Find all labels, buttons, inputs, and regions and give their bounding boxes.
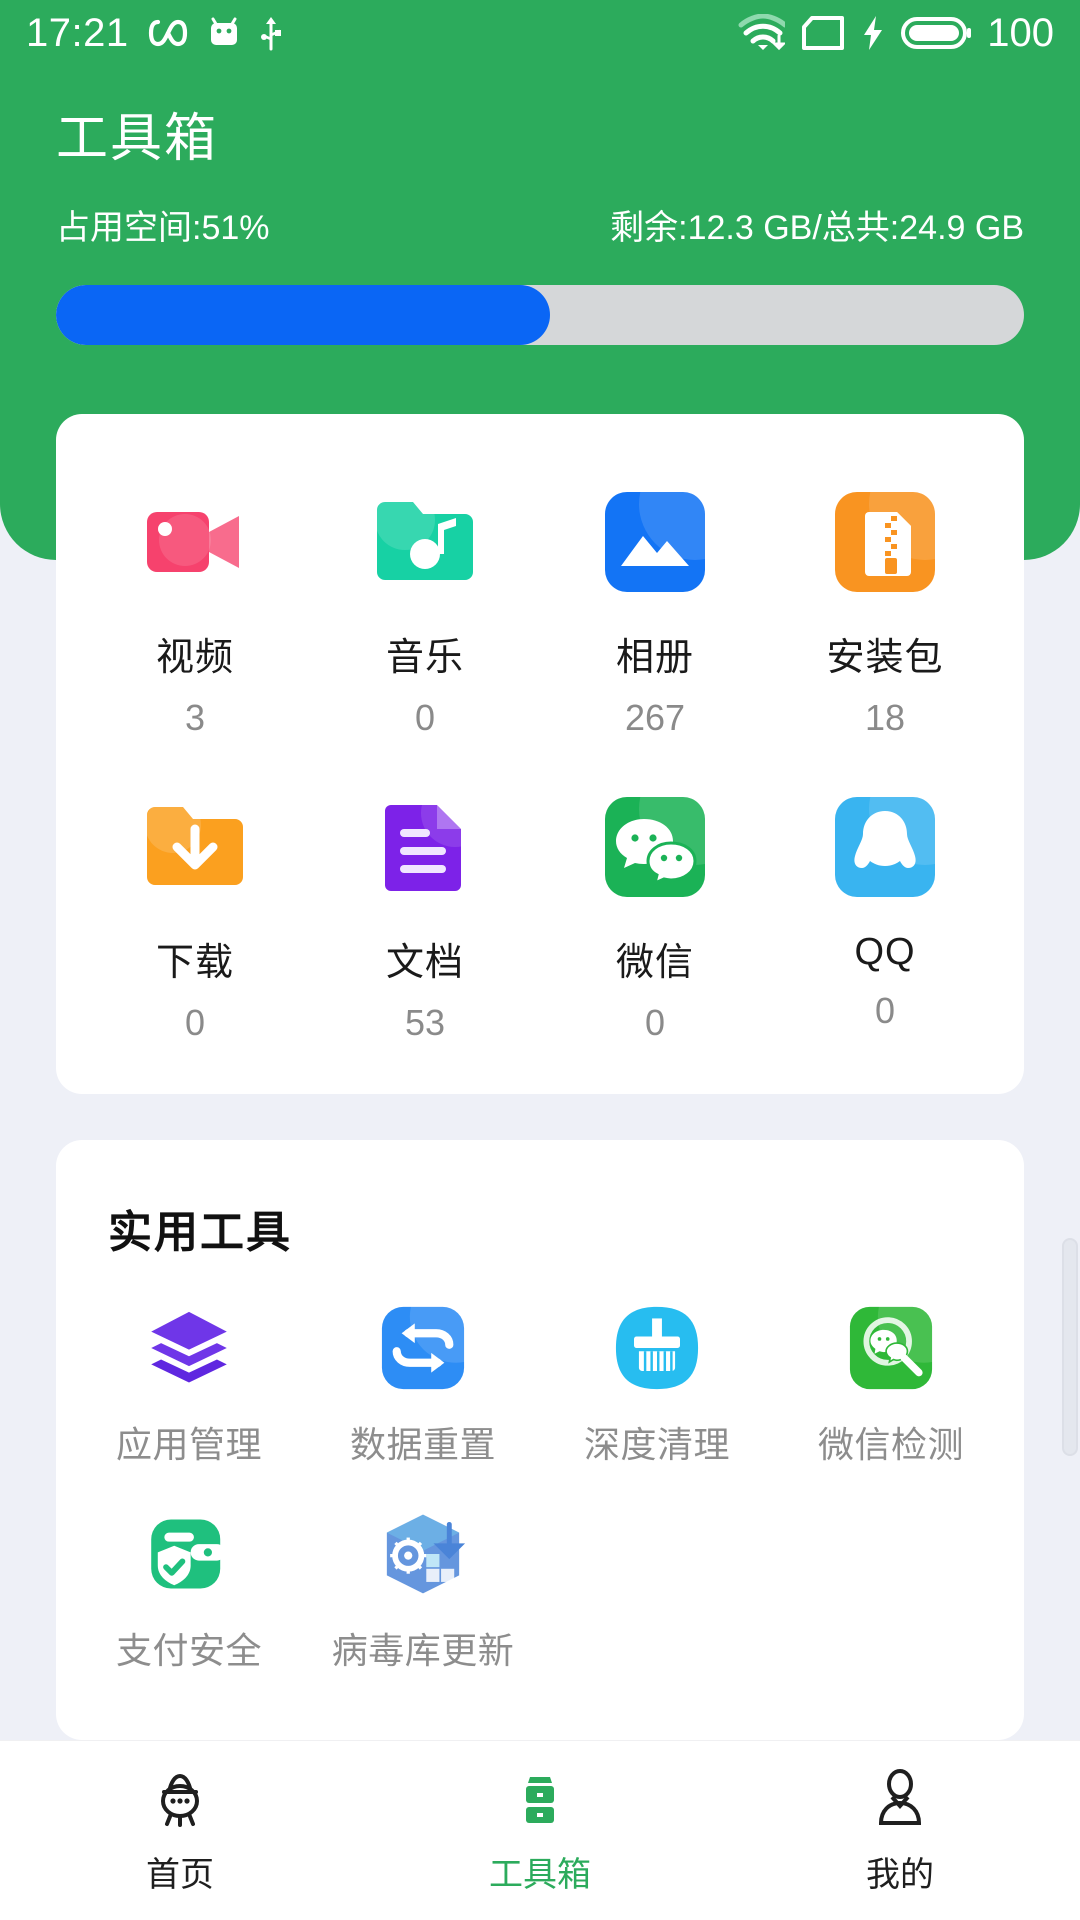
- category-item-photo-album[interactable]: 相册 267: [540, 448, 770, 739]
- tool-icon-wrap: [143, 1302, 235, 1394]
- category-item-download-folder[interactable]: 下载 0: [80, 791, 310, 1044]
- wifi-download-icon: [738, 14, 786, 51]
- tool-item-wallet-shield[interactable]: 支付安全: [72, 1508, 306, 1674]
- tool-label: 支付安全: [115, 1630, 262, 1671]
- storage-progress-bar: [56, 285, 1024, 345]
- category-icon-wrap: [829, 448, 981, 598]
- qq-penguin-icon: [835, 753, 981, 897]
- wechat-icon: [605, 753, 751, 897]
- category-label: 相册: [615, 637, 694, 679]
- category-count: 0: [874, 990, 896, 1031]
- storage-free-label: 剩余:12.3 GB/总共:24.9 GB: [610, 209, 1024, 247]
- category-count: 267: [624, 697, 686, 738]
- category-icon-wrap: [599, 753, 751, 903]
- category-label: 下载: [155, 942, 234, 984]
- category-item-video-camera[interactable]: 视频 3: [80, 486, 310, 739]
- document-icon: [385, 779, 489, 891]
- nav-item-home[interactable]: 首页: [0, 1765, 360, 1896]
- tool-label: 应用管理: [115, 1424, 262, 1465]
- tool-icon-wrap: [845, 1270, 970, 1394]
- category-count: 53: [404, 1002, 446, 1043]
- battery-icon: [901, 17, 972, 49]
- category-icon-wrap: [369, 486, 481, 598]
- sim-card-icon: [802, 16, 845, 50]
- tool-item-layers-stack[interactable]: 应用管理: [72, 1302, 306, 1468]
- photo-album-icon: [605, 448, 751, 592]
- category-count: 0: [644, 1002, 666, 1043]
- category-label: 文档: [385, 942, 464, 984]
- battery-percentage: 100: [987, 11, 1054, 55]
- status-bar-clock: 17:21: [26, 11, 129, 55]
- tool-icon-wrap: [377, 1270, 502, 1394]
- nav-item-profile[interactable]: 我的: [720, 1765, 1080, 1896]
- tool-icon-wrap: [611, 1302, 703, 1394]
- video-camera-icon: [147, 512, 239, 572]
- android-robot-icon: [210, 17, 237, 45]
- category-count: 0: [184, 1002, 206, 1043]
- storage-used-label: 占用空间:51%: [56, 209, 270, 247]
- infinity-icon: [148, 19, 187, 47]
- status-bar-left: 17:21: [26, 13, 283, 53]
- category-label: 安装包: [826, 637, 944, 679]
- category-label: QQ: [854, 931, 916, 973]
- category-icon-wrap: [139, 791, 251, 903]
- charging-bolt-icon: [864, 16, 883, 50]
- bottom-navigation-bar: 首页 工具箱 我的: [0, 1740, 1080, 1920]
- broom-clean-icon: [615, 1306, 699, 1390]
- download-folder-icon: [145, 797, 243, 885]
- wallet-shield-icon: [151, 1519, 226, 1589]
- toolbox-icon: [526, 1777, 554, 1823]
- usb-icon: [260, 17, 281, 51]
- page-scrollbar-thumb[interactable]: [1062, 1238, 1078, 1456]
- tool-item-broom-clean[interactable]: 深度清理: [540, 1302, 774, 1468]
- nav-item-toolbox[interactable]: 工具箱: [360, 1765, 720, 1896]
- category-count: 0: [414, 697, 436, 738]
- storage-progress-fill: [56, 285, 550, 345]
- tool-label: 数据重置: [349, 1424, 496, 1465]
- music-folder-icon: [375, 490, 473, 580]
- profile-icon: [878, 1769, 922, 1825]
- nav-label-toolbox: 工具箱: [489, 1856, 591, 1894]
- page-title: 工具箱: [56, 110, 219, 168]
- category-item-wechat[interactable]: 微信 0: [540, 753, 770, 1044]
- category-item-music-folder[interactable]: 音乐 0: [310, 486, 540, 739]
- swap-arrows-icon: [381, 1270, 502, 1390]
- tool-item-virus-db-update[interactable]: 病毒库更新: [306, 1508, 540, 1674]
- tool-icon-wrap: [377, 1508, 469, 1600]
- category-item-qq-penguin[interactable]: QQ 0: [770, 753, 1000, 1044]
- tool-label: 微信检测: [817, 1424, 964, 1465]
- tool-label: 深度清理: [583, 1424, 730, 1465]
- category-label: 音乐: [385, 637, 464, 679]
- category-count: 18: [864, 697, 906, 738]
- category-label: 微信: [615, 942, 694, 984]
- tool-label: 病毒库更新: [331, 1630, 515, 1671]
- category-icon-wrap: [599, 448, 751, 598]
- category-count: 3: [184, 697, 206, 738]
- file-categories-grid: 视频 3 音乐 0 相册 267 安装包 18 下载 0 文档 53 微信 0 QQ 0: [56, 414, 1024, 1044]
- utility-tools-card: 实用工具 应用管理 数据重置 深度清理 微信检测支付安全 病毒库更新: [56, 1140, 1024, 1740]
- apk-zip-icon: [835, 448, 981, 592]
- category-label: 视频: [155, 637, 234, 679]
- nav-label-home: 首页: [146, 1856, 214, 1894]
- file-categories-card: 视频 3 音乐 0 相册 267 安装包 18 下载 0 文档 53 微信 0 QQ 0: [56, 414, 1024, 1094]
- status-bar: 17:21 100: [0, 0, 1080, 66]
- utility-tools-title: 实用工具: [108, 1208, 292, 1257]
- category-icon-wrap: [139, 486, 251, 598]
- category-icon-wrap: [829, 753, 981, 903]
- wechat-scan-icon: [849, 1270, 970, 1390]
- tool-item-swap-arrows[interactable]: 数据重置: [306, 1270, 540, 1468]
- virus-db-update-icon: [386, 1514, 466, 1594]
- home-rocket-icon: [161, 1773, 199, 1827]
- category-item-apk-zip[interactable]: 安装包 18: [770, 448, 1000, 739]
- status-bar-right: 100: [737, 13, 1054, 53]
- category-item-document[interactable]: 文档 53: [310, 779, 540, 1044]
- tool-item-wechat-scan[interactable]: 微信检测: [774, 1270, 1008, 1468]
- nav-label-profile: 我的: [866, 1856, 934, 1894]
- category-icon-wrap: [369, 779, 489, 903]
- tool-icon-wrap: [143, 1508, 235, 1600]
- layers-stack-icon: [151, 1311, 227, 1383]
